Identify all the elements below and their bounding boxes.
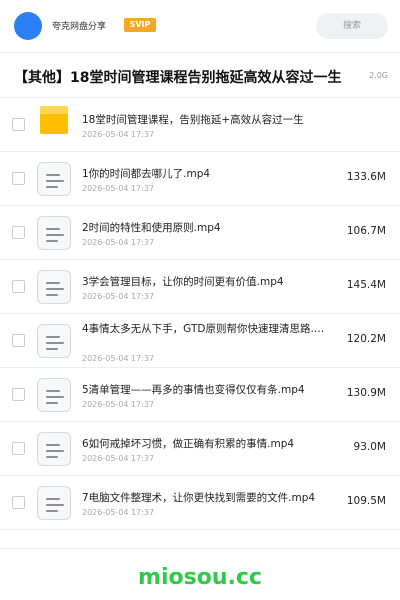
file-size: 133.6M	[346, 171, 386, 183]
file-name[interactable]: 18堂时间管理课程，告别拖延+高效从容过一生	[82, 112, 332, 127]
file-name[interactable]: 4事情太多无从下手，GTD原则帮你快速理清思路.…	[82, 322, 332, 352]
file-name[interactable]: 1你的时间都去哪儿了.mp4	[82, 166, 332, 181]
file-size: 145.4M	[346, 279, 386, 291]
select-checkbox[interactable]	[12, 442, 25, 455]
select-checkbox[interactable]	[12, 118, 25, 131]
app-name: 夸克网盘分享	[52, 22, 107, 32]
list-item[interactable]: 1你的时间都去哪儿了.mp4 2026-05-04 17:37 133.6M	[0, 152, 400, 206]
top-bar: 夸克网盘分享 SVIP 搜索	[0, 0, 400, 52]
file-date: 2026-05-04 17:37	[82, 508, 155, 517]
video-file-icon	[37, 216, 71, 250]
footer: miosou.cc	[0, 548, 400, 600]
file-date: 2026-05-04 17:37	[82, 292, 155, 301]
share-title: 【其他】18堂时间管理课程告别拖延高效从容过一生	[14, 70, 342, 86]
select-checkbox[interactable]	[12, 172, 25, 185]
list-item[interactable]: 3学会管理目标，让你的时间更有价值.mp4 2026-05-04 17:37 1…	[0, 260, 400, 314]
file-date: 2026-05-04 17:37	[82, 130, 155, 139]
file-name[interactable]: 3学会管理目标，让你的时间更有价值.mp4	[82, 274, 332, 289]
file-size: 93.0M	[353, 441, 386, 453]
site-brand[interactable]: miosou.cc	[0, 565, 400, 590]
list-item[interactable]: 5清单管理——再多的事情也变得仅仅有条.mp4 2026-05-04 17:37…	[0, 368, 400, 422]
list-item[interactable]: 7电脑文件整理术，让你更快找到需要的文件.mp4 2026-05-04 17:3…	[0, 476, 400, 530]
video-file-icon	[37, 378, 71, 412]
video-file-icon	[37, 324, 71, 358]
video-file-icon	[37, 486, 71, 520]
list-item-folder[interactable]: 18堂时间管理课程，告别拖延+高效从容过一生 2026-05-04 17:37	[0, 98, 400, 152]
file-name[interactable]: 5清单管理——再多的事情也变得仅仅有条.mp4	[82, 382, 332, 397]
file-size: 130.9M	[346, 387, 386, 399]
svip-badge: SVIP	[124, 18, 156, 32]
list-item[interactable]: 4事情太多无从下手，GTD原则帮你快速理清思路.… 2026-05-04 17:…	[0, 314, 400, 368]
file-date: 2026-05-04 17:37	[82, 184, 155, 193]
file-list: 18堂时间管理课程，告别拖延+高效从容过一生 2026-05-04 17:37 …	[0, 98, 400, 530]
file-date: 2026-05-04 17:37	[82, 354, 155, 363]
file-name[interactable]: 7电脑文件整理术，让你更快找到需要的文件.mp4	[82, 490, 332, 505]
file-date: 2026-05-04 17:37	[82, 400, 155, 409]
total-size: 2.0G	[369, 71, 388, 80]
list-item[interactable]: 6如何戒掉坏习惯，做正确有积累的事情.mp4 2026-05-04 17:37 …	[0, 422, 400, 476]
file-size: 106.7M	[346, 225, 386, 237]
file-date: 2026-05-04 17:37	[82, 238, 155, 247]
video-file-icon	[37, 270, 71, 304]
select-checkbox[interactable]	[12, 388, 25, 401]
file-name[interactable]: 2时间的特性和使用原则.mp4	[82, 220, 332, 235]
video-file-icon	[37, 432, 71, 466]
list-item[interactable]: 2时间的特性和使用原则.mp4 2026-05-04 17:37 106.7M	[0, 206, 400, 260]
file-size: 109.5M	[346, 495, 386, 507]
select-checkbox[interactable]	[12, 226, 25, 239]
video-file-icon	[37, 162, 71, 196]
file-date: 2026-05-04 17:37	[82, 454, 155, 463]
share-title-bar: 【其他】18堂时间管理课程告别拖延高效从容过一生 2.0G	[0, 52, 400, 98]
select-checkbox[interactable]	[12, 280, 25, 293]
select-checkbox[interactable]	[12, 334, 25, 347]
avatar[interactable]	[14, 12, 42, 40]
folder-icon	[40, 106, 68, 134]
select-checkbox[interactable]	[12, 496, 25, 509]
file-size: 120.2M	[346, 333, 386, 345]
search-input[interactable]: 搜索	[316, 13, 388, 39]
file-name[interactable]: 6如何戒掉坏习惯，做正确有积累的事情.mp4	[82, 436, 332, 451]
